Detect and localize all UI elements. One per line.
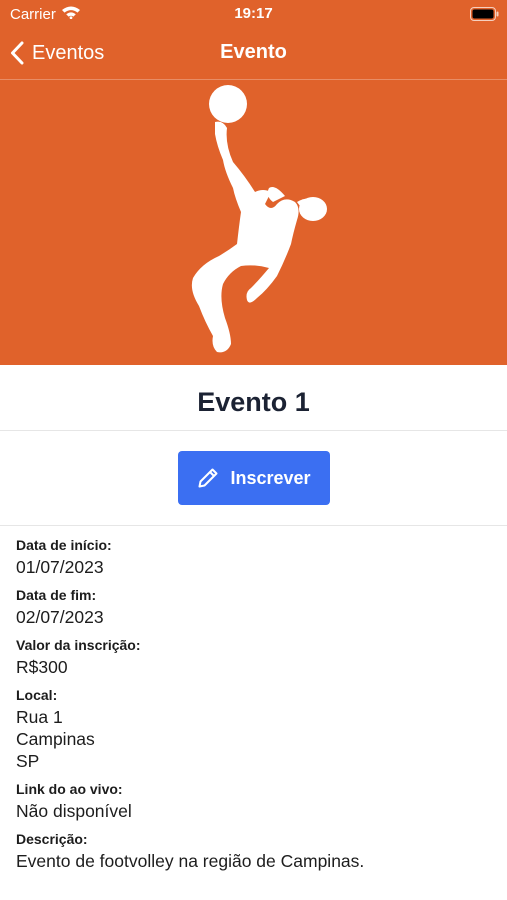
live-link-label: Link do ao vivo: (16, 781, 123, 797)
description-value: Evento de footvolley na região de Campin… (16, 851, 365, 871)
start-date-label: Data de início: (16, 537, 112, 553)
status-time: 19:17 (234, 5, 273, 22)
header-background: Carrier 19:17 Eventos Evento (0, 0, 507, 365)
start-date-value: 01/07/2023 (16, 557, 104, 577)
field-end-date: Data de fim: 02/07/2023 (16, 585, 496, 628)
field-location: Local: Rua 1 Campinas SP (16, 685, 496, 772)
battery-icon (470, 7, 499, 21)
subscribe-button[interactable]: Inscrever (178, 451, 330, 505)
live-link-value: Não disponível (16, 801, 132, 821)
status-bar: Carrier 19:17 (0, 0, 507, 28)
event-details: Data de início: 01/07/2023 Data de fim: … (16, 535, 496, 879)
event-title-row: Evento 1 (0, 365, 507, 431)
field-description: Descrição: Evento de footvolley na regiã… (16, 829, 496, 872)
fee-label: Valor da inscrição: (16, 637, 141, 653)
pencil-icon (198, 468, 218, 488)
nav-divider (0, 79, 507, 80)
end-date-value: 02/07/2023 (16, 607, 104, 627)
navigation-bar: Eventos Evento (0, 30, 507, 78)
field-start-date: Data de início: 01/07/2023 (16, 535, 496, 578)
nav-title: Evento (220, 41, 287, 63)
location-label: Local: (16, 687, 58, 703)
location-city: Campinas (16, 729, 95, 749)
subscribe-label: Inscrever (230, 467, 311, 488)
location-street: Rua 1 (16, 707, 63, 727)
location-state: SP (16, 751, 40, 771)
fee-value: R$300 (16, 657, 68, 677)
field-fee: Valor da inscrição: R$300 (16, 635, 496, 678)
end-date-label: Data de fim: (16, 587, 97, 603)
description-label: Descrição: (16, 831, 88, 847)
event-title: Evento 1 (197, 387, 310, 417)
field-live-link: Link do ao vivo: Não disponível (16, 779, 496, 822)
action-row: Inscrever (0, 431, 507, 526)
footvolley-player-icon (191, 85, 327, 353)
